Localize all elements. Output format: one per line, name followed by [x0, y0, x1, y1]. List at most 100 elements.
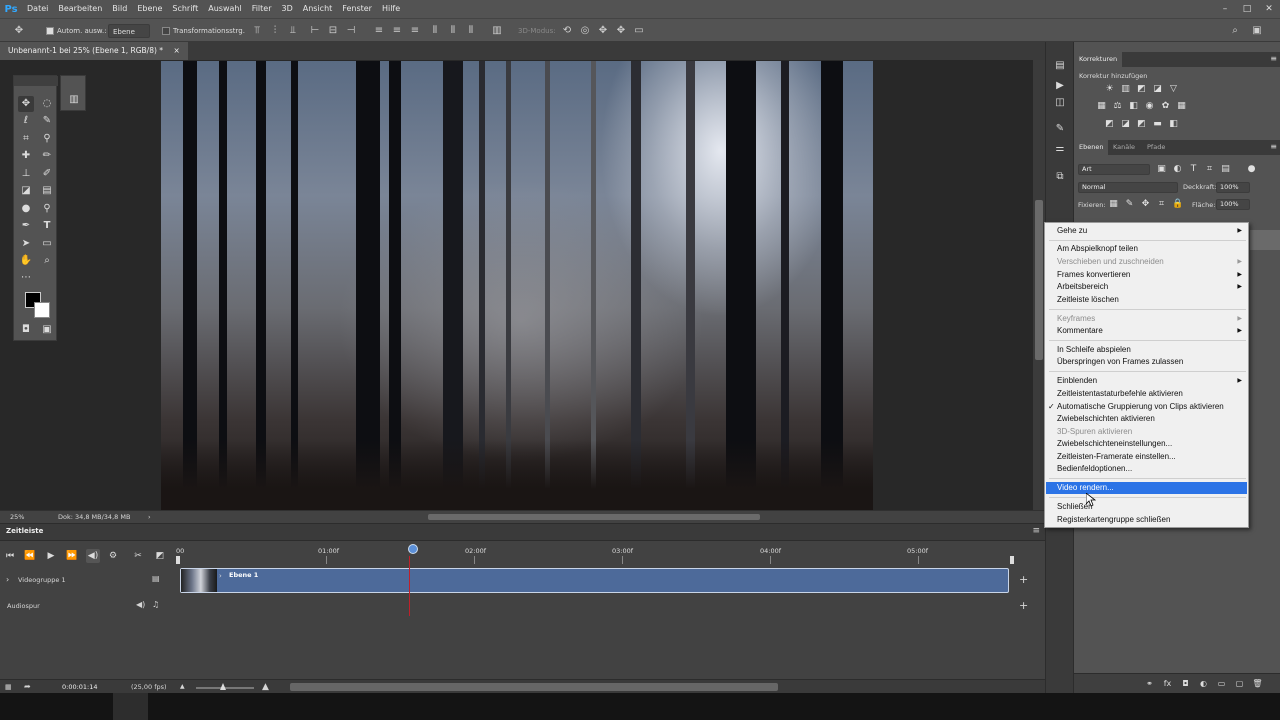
- status-menu-arrow-icon[interactable]: ›: [148, 511, 151, 523]
- playhead-knob[interactable]: [408, 544, 418, 554]
- transition-icon[interactable]: ◩: [153, 549, 167, 563]
- menu-fenster[interactable]: Fenster: [337, 0, 377, 18]
- menu-item-convert-frames[interactable]: Frames konvertieren ▶: [1046, 269, 1247, 281]
- align-left-icon[interactable]: ⊢: [308, 24, 322, 38]
- auto-select-target-dropdown[interactable]: Ebene: [108, 24, 150, 38]
- play-icon[interactable]: ▶: [44, 549, 58, 563]
- layers-menu-icon[interactable]: ≡: [1270, 142, 1277, 151]
- exposure-icon[interactable]: ◪: [1152, 84, 1163, 95]
- healing-brush-tool-icon[interactable]: ✚: [18, 148, 34, 164]
- adjustments-menu-icon[interactable]: ≡: [1270, 54, 1277, 63]
- align-right-icon[interactable]: ⊣: [344, 24, 358, 38]
- pen-tool-icon[interactable]: ✒: [18, 218, 34, 234]
- menu-auswahl[interactable]: Auswahl: [203, 0, 246, 18]
- menu-item-enable-shortcuts[interactable]: Zeitleistentastaturbefehle aktivieren: [1046, 388, 1247, 400]
- document-tab[interactable]: Unbenannt-1 bei 25% (Ebene 1, RGB/8) * ×: [0, 42, 188, 60]
- menu-datei[interactable]: Datei: [22, 0, 53, 18]
- timeline-menu-icon[interactable]: ≡: [1032, 526, 1040, 536]
- hue-saturation-icon[interactable]: ▦: [1096, 101, 1107, 112]
- brush-presets-icon[interactable]: ▥: [66, 92, 82, 108]
- lock-all-icon[interactable]: 🔒: [1172, 199, 1183, 210]
- layer-style-fx-icon[interactable]: fx: [1162, 678, 1173, 689]
- timeline-ruler[interactable]: 00 01:00f 02:00f 03:00f 04:00f 05:00f: [176, 542, 1016, 566]
- menu-item-split-at-playhead[interactable]: Am Abspielknopf teilen: [1046, 243, 1247, 255]
- expand-track-chevron-icon[interactable]: ›: [6, 575, 9, 584]
- close-window-button[interactable]: ✕: [1258, 0, 1280, 18]
- menu-item-show[interactable]: Einblenden ▶: [1046, 375, 1247, 387]
- lock-position-icon[interactable]: ✥: [1140, 199, 1151, 210]
- transform-controls-option[interactable]: Transformationsstrg.: [162, 24, 245, 38]
- work-area-start-handle[interactable]: [176, 556, 180, 564]
- menu-item-set-frame-rate[interactable]: Zeitleisten-Framerate einstellen...: [1046, 451, 1247, 463]
- menu-item-enable-onion-skins[interactable]: Zwiebelschichten aktivieren: [1046, 413, 1247, 425]
- 3d-slide-icon[interactable]: ✥: [614, 24, 628, 38]
- tab-adjustments[interactable]: Korrekturen: [1074, 52, 1123, 67]
- link-layers-icon[interactable]: ⚭: [1144, 678, 1155, 689]
- timeline-title[interactable]: Zeitleiste: [6, 527, 43, 535]
- menu-item-onion-skin-settings[interactable]: Zwiebelschichteneinstellungen...: [1046, 438, 1247, 450]
- playhead[interactable]: [408, 544, 418, 554]
- eyedropper-tool-icon[interactable]: ⚲: [39, 131, 55, 147]
- tab-channels[interactable]: Kanäle: [1108, 140, 1140, 155]
- rectangle-tool-icon[interactable]: ▭: [39, 236, 55, 252]
- clone-source-icon[interactable]: ⧉: [1053, 170, 1067, 184]
- go-to-first-frame-icon[interactable]: ⏮: [3, 549, 17, 563]
- menu-item-close[interactable]: Schließen: [1046, 501, 1247, 513]
- distribute-hcenter-icon[interactable]: ⦀: [446, 24, 460, 38]
- levels-icon[interactable]: ▥: [1120, 84, 1131, 95]
- lock-transparency-icon[interactable]: ▦: [1108, 199, 1119, 210]
- brightness-icon[interactable]: ☀: [1104, 84, 1115, 95]
- 3d-drag-icon[interactable]: ✥: [596, 24, 610, 38]
- settings-gear-icon[interactable]: ⚙: [106, 549, 120, 563]
- canvas-horizontal-scroll-thumb[interactable]: [428, 514, 760, 520]
- black-white-icon[interactable]: ◧: [1128, 101, 1139, 112]
- menu-ebene[interactable]: Ebene: [132, 0, 167, 18]
- channel-mixer-icon[interactable]: ✿: [1160, 101, 1171, 112]
- crop-tool-icon[interactable]: ⌗: [18, 131, 34, 147]
- search-icon[interactable]: ⌕: [1228, 24, 1242, 38]
- eraser-tool-icon[interactable]: ◪: [18, 183, 34, 199]
- audio-toggle-icon[interactable]: ◀): [86, 549, 100, 563]
- auto-select-option[interactable]: Autom. ausw.:: [46, 24, 107, 38]
- filter-shape-icon[interactable]: ⌗: [1204, 164, 1215, 175]
- marquee-tool-icon[interactable]: ◌: [39, 96, 55, 112]
- 3d-scale-icon[interactable]: ▭: [632, 24, 646, 38]
- auto-align-icon[interactable]: ▥: [490, 24, 504, 38]
- fill-input[interactable]: 100%: [1216, 199, 1250, 210]
- minimize-button[interactable]: –: [1214, 0, 1236, 18]
- video-clip[interactable]: › Ebene 1: [180, 568, 1009, 593]
- move-tool-preset-icon[interactable]: ✥: [12, 24, 26, 38]
- menu-bild[interactable]: Bild: [107, 0, 132, 18]
- document-canvas-forest-image[interactable]: [161, 61, 873, 510]
- align-bottom-icon[interactable]: ⫫: [286, 24, 300, 38]
- lasso-tool-icon[interactable]: ℓ: [18, 113, 34, 129]
- close-document-icon[interactable]: ×: [173, 46, 179, 55]
- quick-mask-icon[interactable]: ◘: [18, 322, 34, 338]
- clip-expand-icon[interactable]: ›: [219, 572, 222, 580]
- canvas-vertical-scroll-thumb[interactable]: [1035, 200, 1043, 360]
- blur-tool-icon[interactable]: ●: [18, 201, 34, 217]
- invert-icon[interactable]: ◩: [1104, 119, 1115, 130]
- zoom-in-mountain-icon[interactable]: ▲: [262, 680, 269, 694]
- threshold-icon[interactable]: ◩: [1136, 119, 1147, 130]
- split-clip-scissors-icon[interactable]: ✂: [131, 549, 145, 563]
- audio-note-icon[interactable]: ♫: [152, 600, 159, 609]
- move-tool-icon[interactable]: ✥: [18, 96, 34, 112]
- 3d-rotate-icon[interactable]: ⟲: [560, 24, 574, 38]
- menu-item-render-video[interactable]: Video rendern...: [1046, 482, 1247, 494]
- layer-kind-filter[interactable]: Art: [1078, 164, 1150, 175]
- blend-mode-dropdown[interactable]: Normal: [1078, 182, 1178, 193]
- new-group-icon[interactable]: ▭: [1216, 678, 1227, 689]
- delete-layer-icon[interactable]: 🗑: [1252, 678, 1263, 689]
- path-select-tool-icon[interactable]: ➤: [18, 236, 34, 252]
- video-options-icon[interactable]: ▤: [152, 574, 160, 583]
- workspace-icon[interactable]: ▣: [1250, 24, 1264, 38]
- brush-panel-icon[interactable]: ✎: [1053, 122, 1067, 136]
- menu-item-allow-frame-skipping[interactable]: Überspringen von Frames zulassen: [1046, 356, 1247, 368]
- new-layer-icon[interactable]: ▢: [1234, 678, 1245, 689]
- distribute-right-icon[interactable]: ⦀: [464, 24, 478, 38]
- menu-filter[interactable]: Filter: [247, 0, 277, 18]
- auto-select-checkbox[interactable]: [46, 27, 54, 35]
- zoom-out-mountain-icon[interactable]: ▲: [180, 680, 185, 694]
- maximize-button[interactable]: □: [1236, 0, 1258, 18]
